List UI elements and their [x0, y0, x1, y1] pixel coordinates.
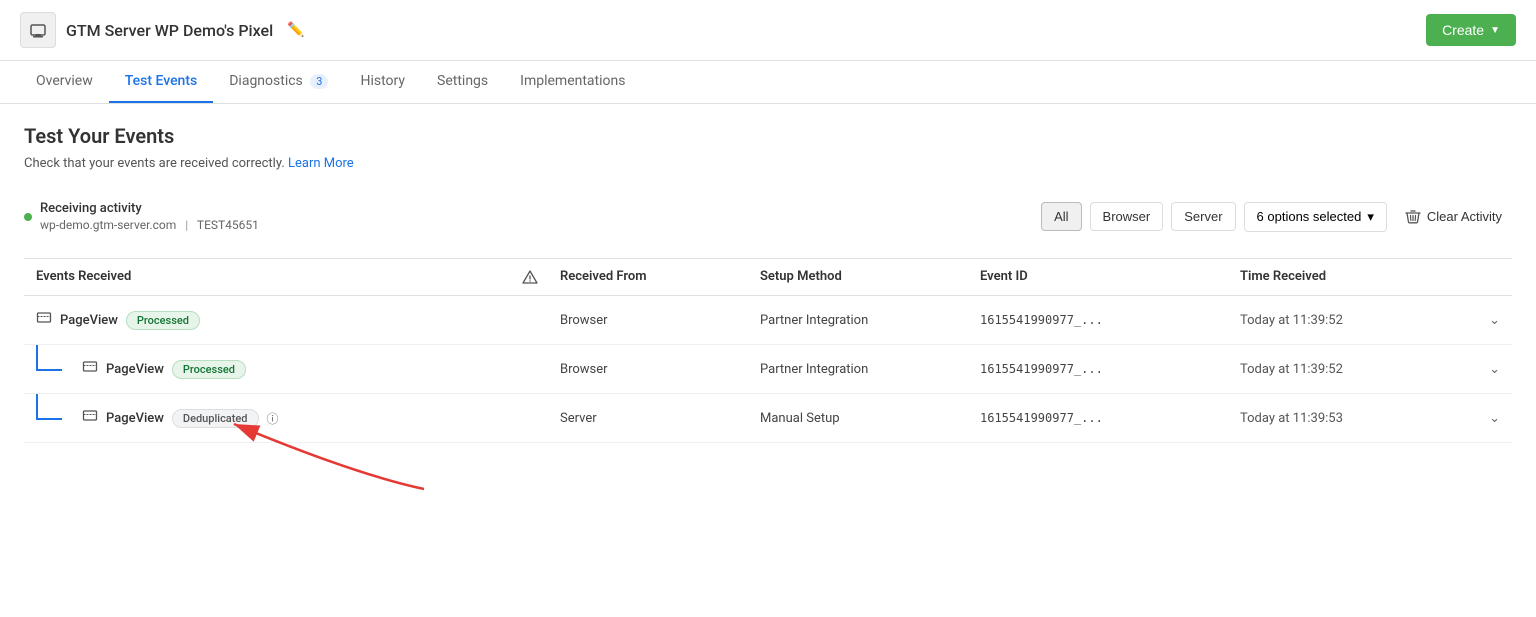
chevron-down-icon[interactable]: ⌄ — [1489, 411, 1500, 426]
activity-status: Receiving activity wp-demo.gtm-server.co… — [24, 201, 259, 232]
time-cell: Today at 11:39:52 — [1240, 362, 1460, 377]
event-id-cell: 1615541990977_... — [980, 313, 1240, 327]
event-name-cell: PageView Processed — [36, 359, 500, 379]
table-row: PageView Processed Browser Partner Integ… — [24, 345, 1512, 394]
col-time-received: Time Received — [1240, 269, 1460, 285]
table-row: PageView Deduplicated ⓘ Server Manual Se… — [24, 394, 1512, 443]
page-title: GTM Server WP Demo's Pixel — [66, 21, 273, 40]
status-meta: wp-demo.gtm-server.com | TEST45651 — [40, 218, 259, 232]
time-cell: Today at 11:39:53 — [1240, 411, 1460, 426]
learn-more-link[interactable]: Learn More — [288, 156, 354, 171]
col-warning — [500, 269, 560, 285]
event-icon — [82, 408, 98, 428]
tab-diagnostics[interactable]: Diagnostics 3 — [213, 61, 344, 103]
edit-icon[interactable]: ✏️ — [287, 22, 304, 38]
tree-line-vertical — [36, 345, 38, 369]
setup-method-cell: Partner Integration — [760, 313, 980, 328]
tree-line-vertical — [36, 394, 38, 418]
received-from-cell: Browser — [560, 313, 760, 328]
chevron-down-icon[interactable]: ⌄ — [1489, 313, 1500, 328]
status-badge: Processed — [172, 360, 246, 379]
expand-cell[interactable]: ⌄ — [1460, 362, 1500, 377]
nav-tabs: Overview Test Events Diagnostics 3 Histo… — [0, 61, 1536, 104]
filter-server-button[interactable]: Server — [1171, 202, 1235, 231]
events-table: Events Received Received From Setup Meth… — [24, 258, 1512, 443]
tab-settings[interactable]: Settings — [421, 61, 504, 103]
filter-all-button[interactable]: All — [1041, 202, 1081, 231]
tab-implementations[interactable]: Implementations — [504, 61, 641, 103]
dropdown-arrow-icon: ▾ — [1367, 209, 1374, 225]
clear-icon — [1405, 209, 1421, 225]
col-expand-header — [1460, 269, 1500, 285]
col-setup-method: Setup Method — [760, 269, 980, 285]
filter-browser-button[interactable]: Browser — [1090, 202, 1164, 231]
setup-method-cell: Partner Integration — [760, 362, 980, 377]
app-header: GTM Server WP Demo's Pixel ✏️ Create ▼ — [0, 0, 1536, 61]
time-cell: Today at 11:39:52 — [1240, 313, 1460, 328]
status-label: Receiving activity — [40, 201, 259, 216]
table-row: PageView Processed Browser Partner Integ… — [24, 296, 1512, 345]
setup-method-cell: Manual Setup — [760, 411, 980, 426]
status-dot — [24, 213, 32, 221]
pixel-icon — [20, 12, 56, 48]
warning-icon — [522, 269, 538, 285]
received-from-cell: Server — [560, 411, 760, 426]
col-events-received: Events Received — [36, 269, 500, 285]
annotated-row-wrapper: PageView Deduplicated ⓘ Server Manual Se… — [24, 394, 1512, 443]
activity-bar: Receiving activity wp-demo.gtm-server.co… — [24, 191, 1512, 242]
event-name-cell: PageView Deduplicated ⓘ — [36, 408, 500, 428]
event-id-cell: 1615541990977_... — [980, 411, 1240, 425]
received-from-cell: Browser — [560, 362, 760, 377]
create-button[interactable]: Create ▼ — [1426, 14, 1516, 46]
tab-overview[interactable]: Overview — [20, 61, 109, 103]
tab-test-events[interactable]: Test Events — [109, 61, 213, 103]
table-header: Events Received Received From Setup Meth… — [24, 259, 1512, 296]
section-subtitle: Check that your events are received corr… — [24, 156, 1512, 171]
header-left: GTM Server WP Demo's Pixel ✏️ — [20, 12, 305, 48]
event-name: PageView — [106, 362, 164, 377]
info-icon[interactable]: ⓘ — [267, 410, 279, 427]
options-dropdown[interactable]: 6 options selected ▾ — [1244, 202, 1387, 232]
event-name: PageView — [60, 313, 118, 328]
activity-controls: All Browser Server 6 options selected ▾ — [1041, 202, 1512, 232]
status-info: Receiving activity wp-demo.gtm-server.co… — [40, 201, 259, 232]
event-id-cell: 1615541990977_... — [980, 362, 1240, 376]
status-badge: Processed — [126, 311, 200, 330]
event-name-cell: PageView Processed — [36, 310, 500, 330]
event-name: PageView — [106, 411, 164, 426]
expand-cell[interactable]: ⌄ — [1460, 313, 1500, 328]
chevron-down-icon[interactable]: ⌄ — [1489, 362, 1500, 377]
section-title: Test Your Events — [24, 124, 1512, 148]
tree-line-horizontal — [36, 418, 62, 420]
create-dropdown-arrow: ▼ — [1490, 25, 1500, 36]
diagnostics-badge: 3 — [310, 74, 328, 89]
event-icon — [82, 359, 98, 379]
expand-cell[interactable]: ⌄ — [1460, 411, 1500, 426]
event-icon — [36, 310, 52, 330]
page-content: Test Your Events Check that your events … — [0, 104, 1536, 463]
clear-activity-button[interactable]: Clear Activity — [1395, 203, 1512, 231]
col-event-id: Event ID — [980, 269, 1240, 285]
col-received-from: Received From — [560, 269, 760, 285]
tab-history[interactable]: History — [344, 61, 421, 103]
tree-line-horizontal — [36, 369, 62, 371]
status-badge: Deduplicated — [172, 409, 259, 428]
